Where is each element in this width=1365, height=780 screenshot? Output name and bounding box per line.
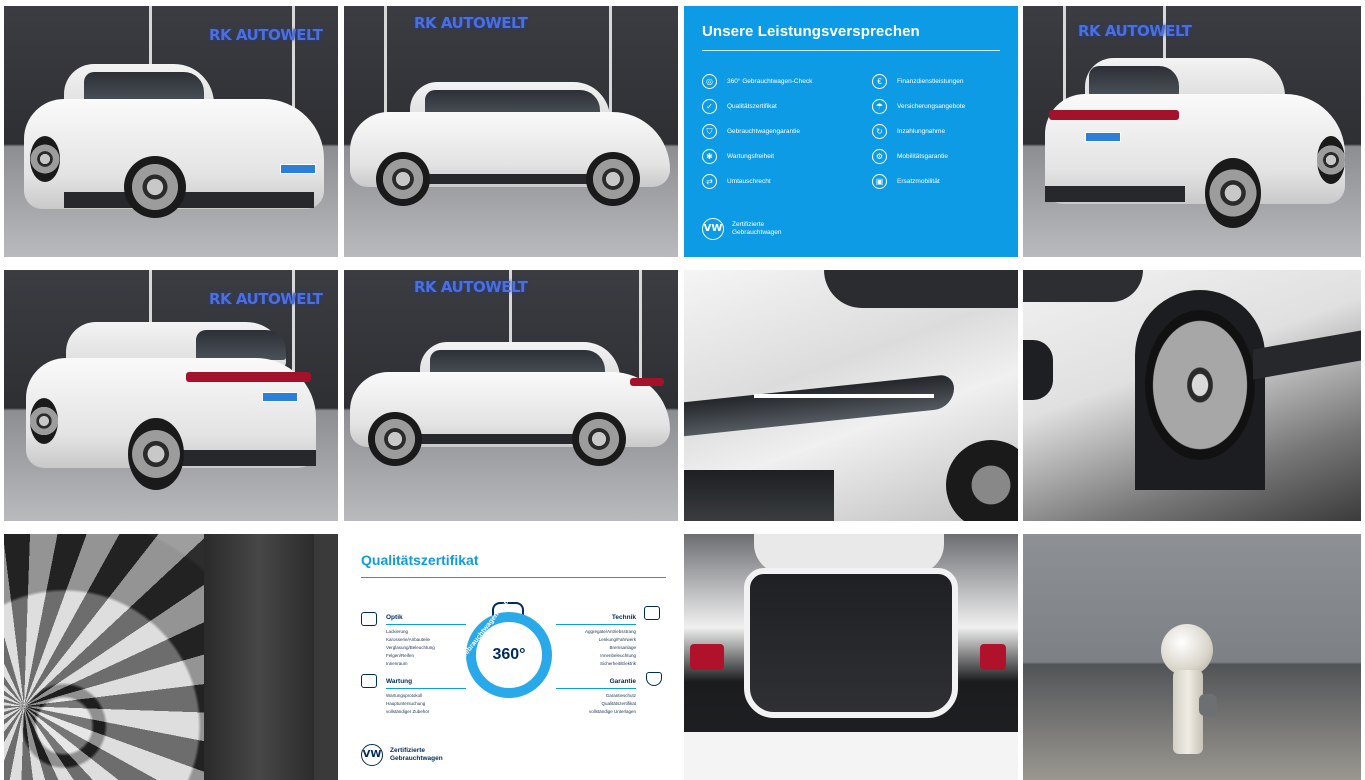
section-technik: Technik Aggregate/Antriebsstrang Lenkung… xyxy=(556,614,636,668)
showroom-logo-sign: RK AUTOWELT xyxy=(209,26,323,44)
promo-footer: VW Zertifizierte Gebrauchtwagen xyxy=(702,218,782,240)
promo-services-card[interactable]: Unsere Leistungsversprechen ◎ 360° Gebrau… xyxy=(684,6,1018,257)
list-item: ⛉ Gebrauchtwagengarantie xyxy=(702,119,852,144)
shield-icon xyxy=(646,672,662,686)
photo-trunk-open[interactable] xyxy=(684,534,1018,780)
showroom-logo-sign: RK AUTOWELT xyxy=(414,278,528,296)
photo-headlight-closeup[interactable] xyxy=(684,270,1018,521)
exchange-icon: ⇄ xyxy=(702,174,717,189)
car-image xyxy=(24,64,324,234)
mobility-icon: ⚙ xyxy=(872,149,887,164)
list-item: ✓ Qualitätszertifikat xyxy=(702,94,852,119)
list-item: ☂ Versicherungsangebote xyxy=(872,94,1018,119)
shield-icon: ⛉ xyxy=(702,124,717,139)
showroom-logo-sign: RK AUTOWELT xyxy=(1078,22,1192,40)
photo-wheel-closeup[interactable] xyxy=(1023,270,1361,521)
photo-tyre-closeup[interactable] xyxy=(4,534,338,780)
list-item: ▣ Ersatzmobilität xyxy=(872,169,1018,194)
check-360-value: 360° xyxy=(492,646,526,663)
trade-in-icon: ↻ xyxy=(872,124,887,139)
car-image xyxy=(350,342,670,472)
promo-title: Unsere Leistungsversprechen xyxy=(702,23,920,40)
photo-left-side[interactable]: RK AUTOWELT xyxy=(344,270,678,521)
quality-certificate-card[interactable]: Qualitätszertifikat 360° Gebrauchtwagen-… xyxy=(344,534,678,780)
finance-icon: € xyxy=(872,74,887,89)
vw-logo-icon: VW xyxy=(702,218,724,240)
check-360-badge: 360° xyxy=(466,612,552,698)
list-item: ↻ Inzahlungnahme xyxy=(872,119,1018,144)
wrench-icon: ✱ xyxy=(702,149,717,164)
replacement-car-icon: ▣ xyxy=(872,174,887,189)
list-item: ⚙ Mobilitätsgarantie xyxy=(872,144,1018,169)
certificate-title: Qualitätszertifikat xyxy=(361,552,479,568)
list-item: € Finanzdienstleistungen xyxy=(872,69,1018,94)
photo-right-side[interactable]: RK AUTOWELT xyxy=(344,6,678,257)
paint-icon xyxy=(361,612,377,626)
car-image xyxy=(26,322,316,497)
insurance-icon: ☂ xyxy=(872,99,887,114)
showroom-logo-sign: RK AUTOWELT xyxy=(414,14,528,32)
engine-icon xyxy=(644,606,660,620)
car-image xyxy=(350,82,670,212)
photo-rear-right[interactable]: RK AUTOWELT xyxy=(1023,6,1361,257)
photo-front-left[interactable]: RK AUTOWELT xyxy=(4,6,338,257)
vw-logo-icon: VW xyxy=(361,744,383,766)
divider xyxy=(361,577,666,578)
promo-list-right: € Finanzdienstleistungen ☂ Versicherungsan… xyxy=(872,69,1018,194)
wrench-icon xyxy=(361,674,377,688)
section-optik: Optik Lackierung Karosserie/Anbauteile V… xyxy=(386,614,466,668)
list-item: ⇄ Umtauschrecht xyxy=(702,169,852,194)
section-wartung: Wartung Wartungsprotokoll Hauptuntersuch… xyxy=(386,678,466,716)
divider xyxy=(702,50,1000,51)
certificate-footer: VW Zertifizierte Gebrauchtwagen xyxy=(361,744,443,766)
car-image xyxy=(1045,58,1345,233)
section-garantie: Garantie Garantieschutz Qualitätszertifi… xyxy=(556,678,636,716)
photo-rear-left[interactable]: RK AUTOWELT xyxy=(4,270,338,521)
photo-gallery: RK AUTOWELT RK AUTOWELT Unsere Leistungs… xyxy=(0,0,1365,780)
list-item: ◎ 360° Gebrauchtwagen-Check xyxy=(702,69,852,94)
showroom-logo-sign: RK AUTOWELT xyxy=(209,290,323,308)
check-360-icon: ◎ xyxy=(702,74,717,89)
photo-tow-hitch[interactable] xyxy=(1023,534,1361,780)
promo-list-left: ◎ 360° Gebrauchtwagen-Check ✓ Qualitätszer… xyxy=(702,69,852,194)
certificate-icon: ✓ xyxy=(702,99,717,114)
list-item: ✱ Wartungsfreiheit xyxy=(702,144,852,169)
